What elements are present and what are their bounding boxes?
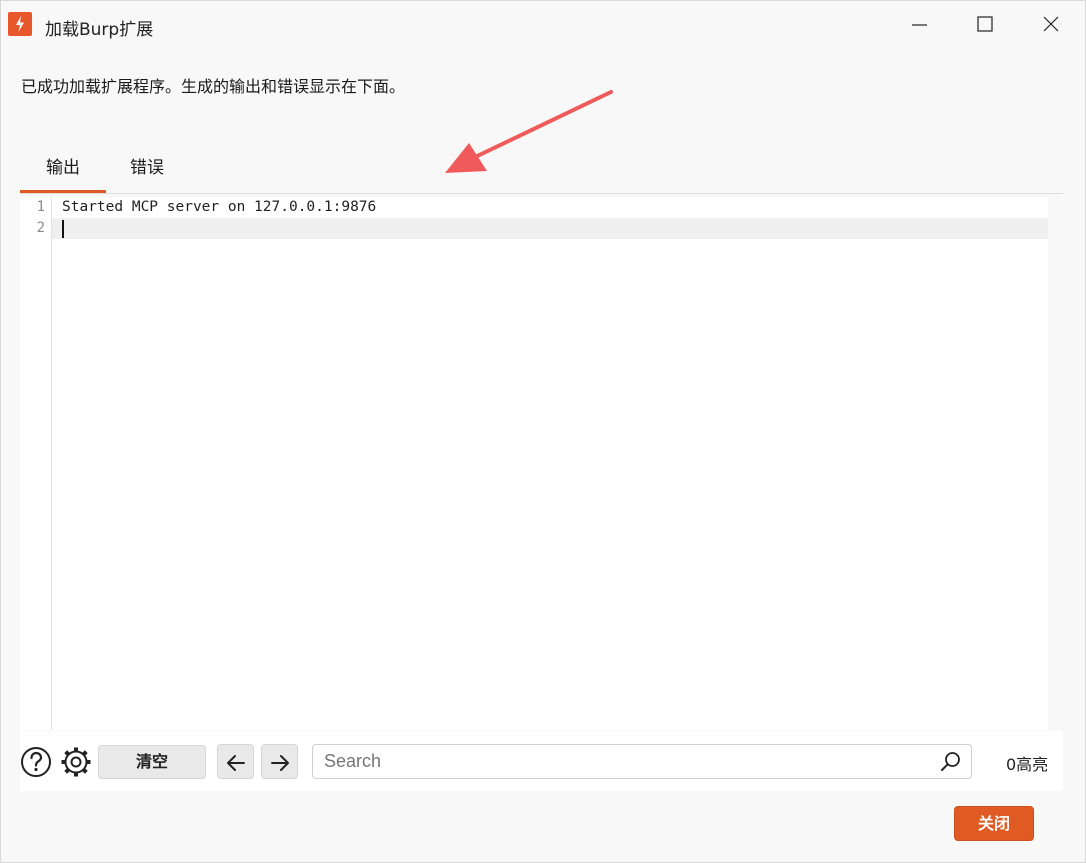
- search-input[interactable]: [312, 744, 972, 779]
- editor-toolbar: 清空 0高亮: [20, 731, 1063, 791]
- arrow-right-icon: [271, 755, 289, 771]
- help-icon[interactable]: [20, 745, 54, 779]
- previous-match-button[interactable]: [217, 744, 254, 779]
- window-title: 加载Burp扩展: [45, 20, 154, 40]
- arrow-left-icon: [227, 755, 245, 771]
- status-message: 已成功加载扩展程序。生成的输出和错误显示在下面。: [21, 77, 406, 96]
- gear-icon[interactable]: [59, 745, 93, 779]
- load-extension-dialog: 加载Burp扩展 已成功加载扩展程序。生成的输出和错误显示在下面。 输出 错误 …: [0, 0, 1086, 863]
- output-editor[interactable]: 1 2 Started MCP server on 127.0.0.1:9876: [20, 197, 1048, 730]
- close-button[interactable]: 关闭: [954, 806, 1034, 841]
- highlight-count: 0高亮: [1006, 755, 1049, 774]
- text-caret: [62, 220, 64, 238]
- tab-output[interactable]: 输出: [20, 154, 106, 193]
- output-line-current: [52, 218, 1048, 239]
- line-number: 2: [36, 220, 45, 236]
- tab-divider: [20, 193, 1063, 194]
- annotation-arrow: [445, 90, 613, 173]
- tab-errors[interactable]: 错误: [109, 154, 185, 190]
- output-line: Started MCP server on 127.0.0.1:9876: [62, 199, 377, 215]
- close-window-button[interactable]: [1028, 7, 1074, 43]
- title-bar[interactable]: 加载Burp扩展: [1, 1, 1085, 49]
- line-number: 1: [36, 199, 45, 215]
- search-icon[interactable]: [940, 751, 962, 773]
- minimize-button[interactable]: [897, 7, 943, 43]
- clear-button[interactable]: 清空: [98, 745, 206, 779]
- maximize-button[interactable]: [962, 7, 1008, 43]
- next-match-button[interactable]: [261, 744, 298, 779]
- burp-app-icon: [8, 12, 32, 36]
- line-number-gutter: 1 2: [20, 197, 52, 730]
